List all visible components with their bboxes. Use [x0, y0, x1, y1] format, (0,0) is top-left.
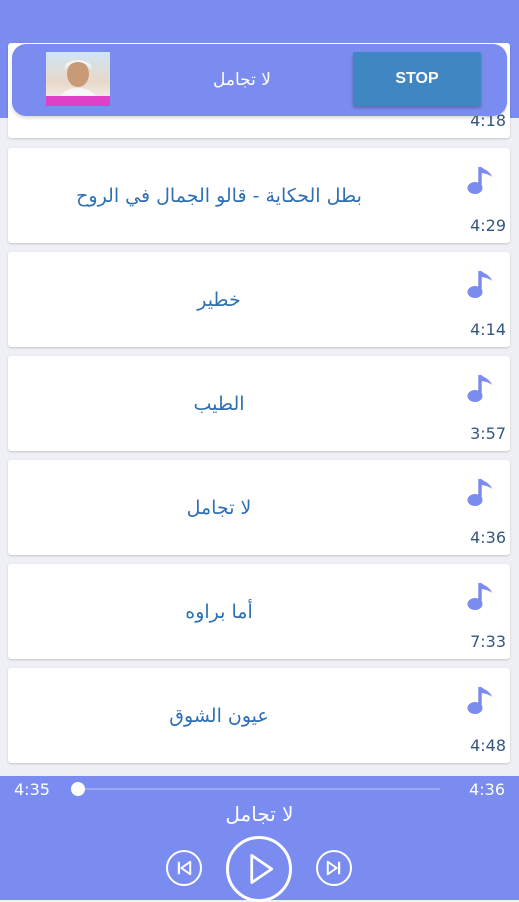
elapsed-time: 4:35 [14, 780, 50, 799]
seek-handle[interactable] [71, 782, 85, 796]
music-note-icon [467, 687, 492, 714]
artist-thumbnail[interactable] [46, 52, 110, 106]
next-button[interactable] [316, 850, 352, 886]
song-item[interactable]: خطير 4:14 [8, 252, 510, 347]
thumbnail-banner [46, 96, 110, 106]
now-playing-title: لا تجامل [213, 70, 271, 90]
play-icon [250, 854, 274, 884]
music-note-icon [467, 271, 492, 298]
song-duration: 4:36 [470, 528, 506, 547]
song-duration: 4:48 [470, 736, 506, 755]
total-time: 4:36 [469, 780, 505, 799]
song-title: خطير [197, 288, 241, 311]
song-duration: 4:29 [470, 216, 506, 235]
music-note-icon [467, 167, 492, 194]
song-title: أما براوه [185, 600, 253, 623]
skip-previous-icon [177, 860, 192, 876]
song-title: عيون الشوق [169, 704, 269, 727]
play-button[interactable] [226, 836, 292, 902]
song-duration: 4:14 [470, 320, 506, 339]
song-item[interactable]: عيون الشوق 4:48 [8, 668, 510, 763]
stop-button[interactable]: STOP [353, 52, 481, 106]
song-duration: 7:33 [470, 632, 506, 651]
song-duration: 3:57 [470, 424, 506, 443]
music-note-icon [467, 479, 492, 506]
skip-next-icon [326, 860, 341, 876]
song-title: بطل الحكاية - قالو الجمال في الروح [76, 184, 362, 207]
seek-bar[interactable] [71, 782, 440, 796]
song-item[interactable]: الطيب 3:57 [8, 356, 510, 451]
music-note-icon [467, 375, 492, 402]
song-title: لا تجامل [186, 496, 252, 519]
previous-button[interactable] [166, 850, 202, 886]
music-note-icon [467, 583, 492, 610]
song-item[interactable]: لا تجامل 4:36 [8, 460, 510, 555]
player-bar: 4:35 4:36 لا تجامل [0, 776, 519, 902]
song-item[interactable]: بطل الحكاية - قالو الجمال في الروح 4:29 [8, 148, 510, 243]
now-playing-banner[interactable]: لا تجامل STOP [12, 44, 507, 116]
player-title: لا تجامل [225, 802, 294, 826]
song-title: الطيب [193, 392, 245, 415]
song-item[interactable]: أما براوه 7:33 [8, 564, 510, 659]
